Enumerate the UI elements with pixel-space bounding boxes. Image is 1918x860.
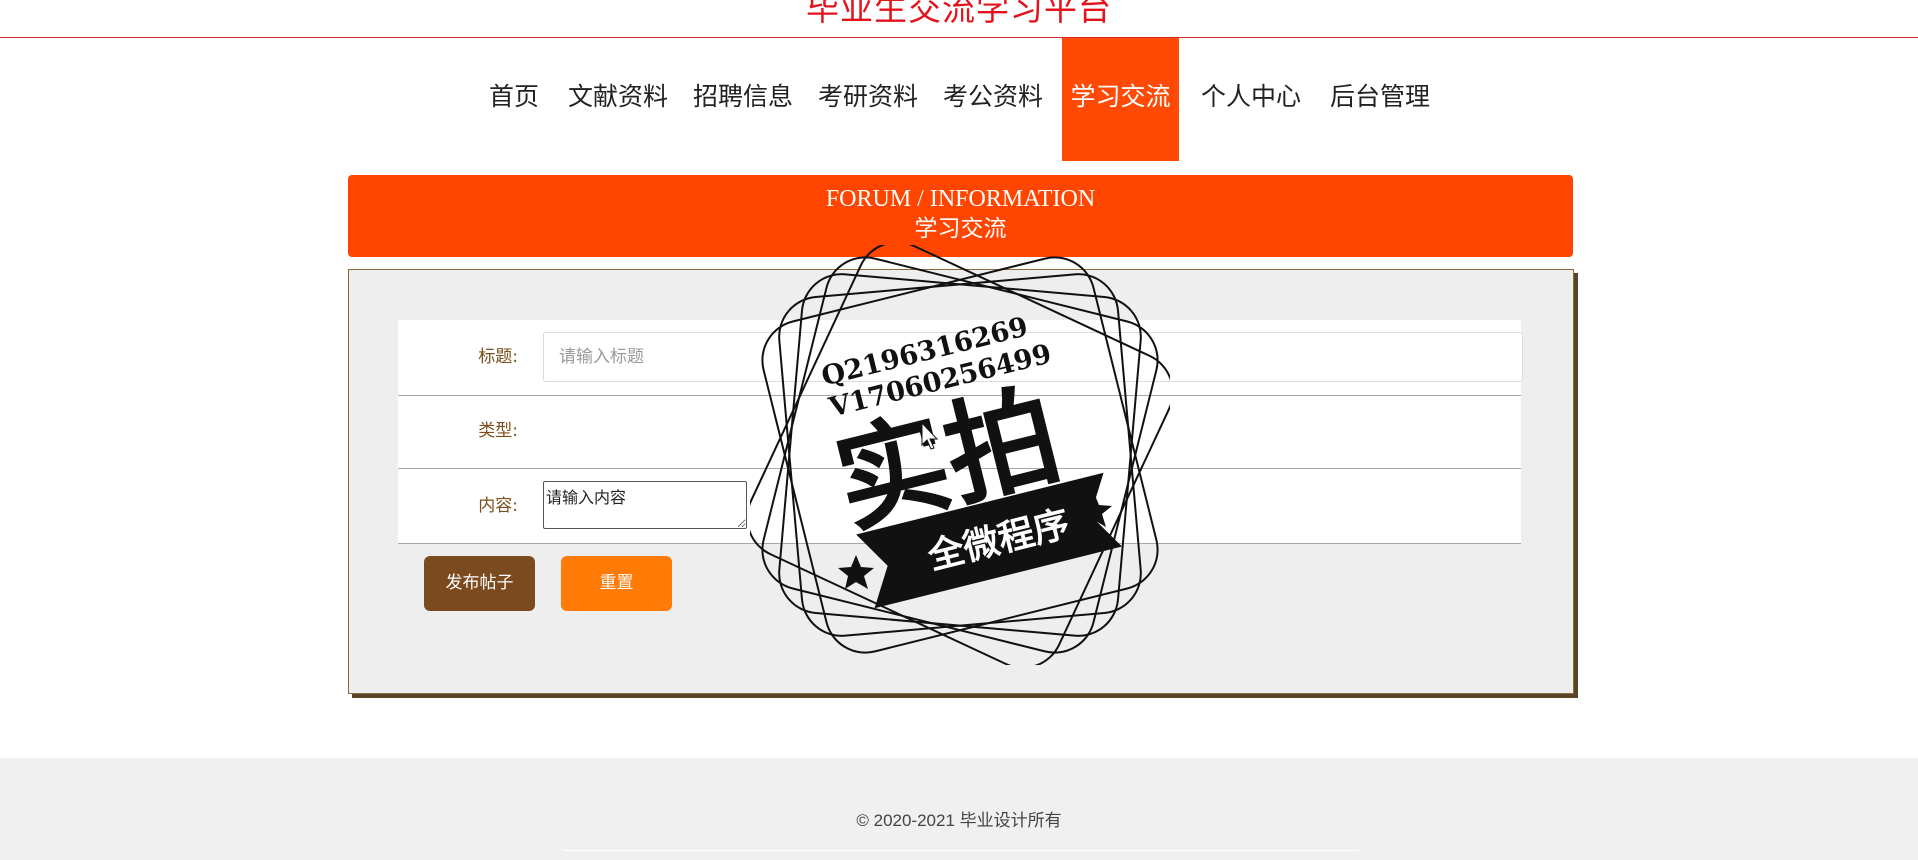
- type-label: 类型:: [478, 421, 518, 441]
- nav-item-admin[interactable]: 后台管理: [1324, 38, 1436, 161]
- nav-item-literature[interactable]: 文献资料: [563, 38, 673, 161]
- nav-item-postgrad[interactable]: 考研资料: [813, 38, 923, 161]
- banner-chinese-title: 学习交流: [914, 216, 1007, 242]
- content-textarea[interactable]: [543, 481, 747, 529]
- form-row-content: 内容:: [398, 469, 1521, 544]
- footer-divider: [563, 850, 1358, 851]
- main-nav: 首页 文献资料 招聘信息 考研资料 考公资料 学习交流 个人中心 后台管理: [0, 38, 1918, 161]
- footer: © 2020-2021 毕业设计所有: [0, 758, 1918, 860]
- content-label: 内容:: [478, 496, 518, 516]
- title-input[interactable]: [543, 332, 1523, 382]
- section-banner: FORUM / INFORMATION 学习交流: [348, 175, 1573, 257]
- nav-item-jobs[interactable]: 招聘信息: [688, 38, 798, 161]
- title-label: 标题:: [478, 347, 518, 367]
- form-row-type: 类型:: [398, 396, 1521, 469]
- footer-copyright: © 2020-2021 毕业设计所有: [856, 811, 1062, 830]
- reset-button[interactable]: 重置: [561, 556, 672, 611]
- nav-item-forum[interactable]: 学习交流: [1062, 38, 1179, 161]
- post-form: 标题: 类型: 内容:: [398, 320, 1523, 544]
- post-form-panel: 标题: 类型: 内容: 发布帖子 重置: [348, 269, 1574, 694]
- nav-item-home[interactable]: 首页: [483, 38, 545, 161]
- nav-item-profile[interactable]: 个人中心: [1195, 38, 1307, 161]
- form-row-title: 标题:: [398, 320, 1523, 396]
- page: 毕业生交流学习平台 首页 文献资料 招聘信息 考研资料 考公资料 学习交流 个人…: [0, 0, 1918, 860]
- banner-english-title: FORUM / INFORMATION: [825, 186, 1096, 212]
- publish-post-button[interactable]: 发布帖子: [424, 556, 535, 611]
- site-title: 毕业生交流学习平台: [806, 0, 1112, 28]
- nav-item-civil-service[interactable]: 考公资料: [938, 38, 1048, 161]
